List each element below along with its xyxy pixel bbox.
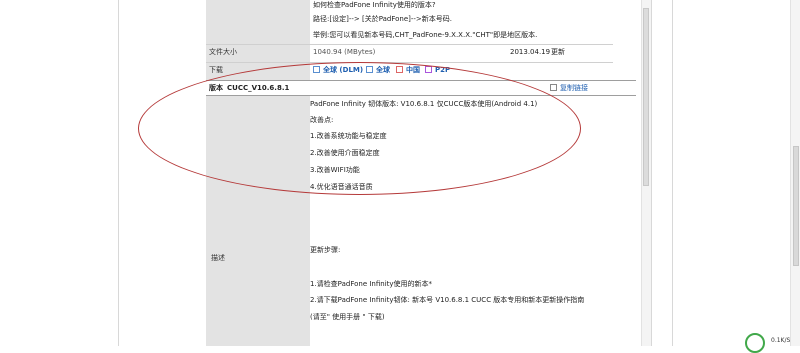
firmware-page: 如何检查PadFone Infinity使用的版本? 路径:[设定]--> [关… (118, 0, 654, 346)
step-3: (请至" 使用手册 " 下载) (310, 313, 385, 321)
download-link-p2p[interactable]: P2P (425, 66, 450, 75)
info-label-cell (206, 0, 310, 44)
step-1: 1.请检查PadFone Infinity使用的新本* (310, 280, 433, 288)
download-icon (396, 66, 403, 73)
desc-line-6: 4.优化语音通话音质 (310, 183, 373, 191)
file-size-value: 1040.94 (MBytes) (313, 48, 376, 56)
file-size-label: 文件大小 (209, 48, 237, 56)
download-link-global[interactable]: 全球 (366, 66, 390, 75)
window-scrollbar[interactable] (790, 0, 800, 346)
desc-line-2: 改善点: (310, 116, 334, 124)
description-label-cell (206, 96, 310, 346)
left-margin (0, 0, 118, 346)
copy-link-button[interactable]: 复制链接 (550, 84, 588, 93)
description-label: 描述 (211, 254, 225, 262)
network-speed-widget: 0.1K/S (745, 333, 791, 353)
version-label: 版本 (209, 84, 223, 92)
download-link-global-dlm[interactable]: 全球 (DLM) (313, 66, 363, 75)
right-margin-border (672, 0, 673, 346)
scrollbar-thumb[interactable] (793, 146, 799, 266)
scrollbar-thumb[interactable] (643, 8, 649, 186)
file-update-label: 更新 (551, 48, 565, 56)
version-name: CUCC_V10.6.8.1 (227, 84, 290, 92)
download-icon (366, 66, 373, 73)
download-link-china[interactable]: 中国 (396, 66, 420, 75)
desc-line-3: 1.改善系统功能与稳定度 (310, 132, 387, 140)
page-scrollbar[interactable] (641, 0, 651, 346)
download-label: 下载 (209, 66, 223, 74)
section-separator (206, 80, 636, 81)
steps-title: 更新步骤: (310, 246, 341, 254)
speed-readout: 0.1K/S (771, 337, 791, 344)
desc-line-5: 3.改善WIFI功能 (310, 166, 360, 174)
info-line-3: 举例:您可以看见新本号码,CHT_PadFone-9.X.X.X."CHT"即是… (313, 31, 538, 39)
info-line-2: 路径:[设定]--> [关於PadFone]-->新本号码. (313, 15, 453, 23)
copy-icon (550, 84, 557, 91)
step-2: 2.请下载PadFone Infinity韧体: 新本号 V10.6.8.1 C… (310, 296, 585, 304)
desc-line-1: PadFone Infinity 韧体版本: V10.6.8.1 仅CUCC版本… (310, 100, 538, 108)
desc-line-4: 2.改善使用介面稳定度 (310, 149, 380, 157)
file-date: 2013.04.19 (510, 48, 551, 56)
speed-gauge-icon (745, 333, 765, 353)
info-line-1: 如何检查PadFone Infinity使用的版本? (313, 1, 436, 9)
download-icon (313, 66, 320, 73)
p2p-icon (425, 66, 432, 73)
